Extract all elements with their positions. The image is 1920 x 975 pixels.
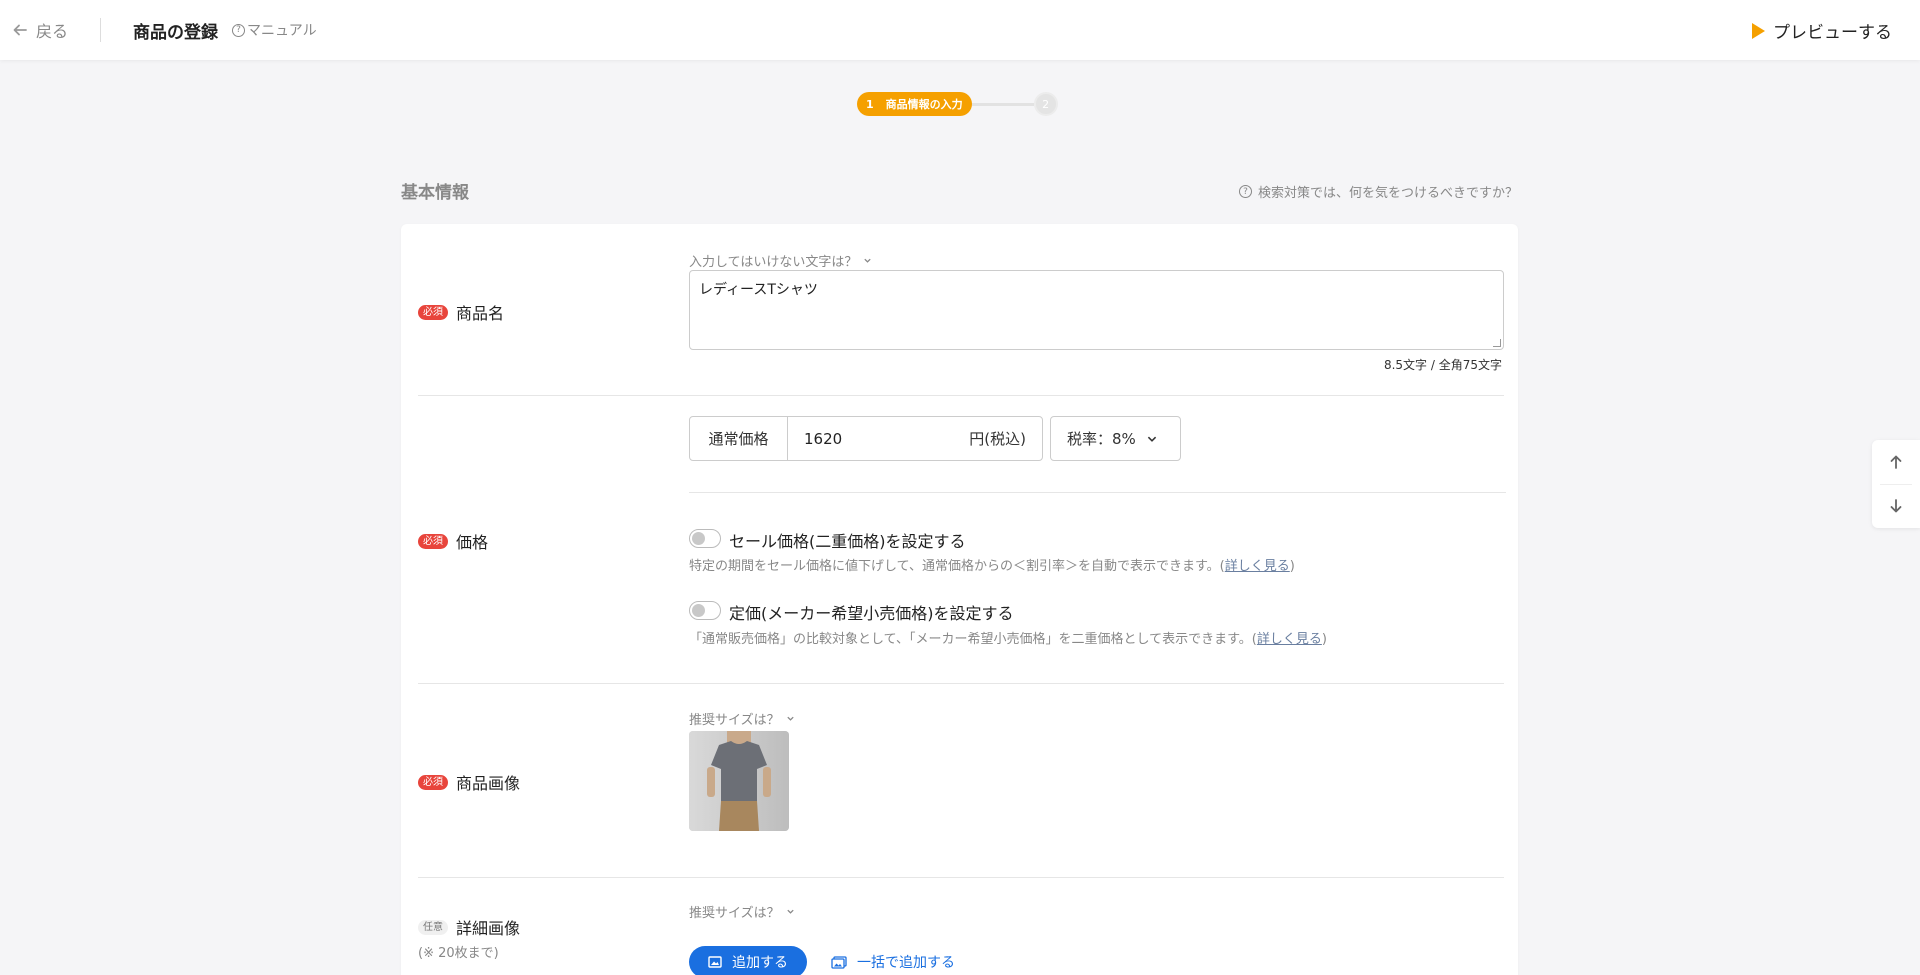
list-desc-text: 「通常販売価格」の比較対象として、「メーカー希望小売価格」を二重価格として表示で… — [689, 632, 1257, 647]
progress-stepper: 1 商品情報の入力 2 — [857, 92, 1058, 116]
seo-help-link[interactable]: ? 検索対策では、何を気をつけるべきですか？ — [1238, 182, 1518, 201]
product-image-label-group: 必須 商品画像 — [418, 770, 520, 794]
product-name-value: レディースTシャツ — [699, 282, 818, 298]
list-price-description: 「通常販売価格」の比較対象として、「メーカー希望小売価格」を二重価格として表示で… — [689, 628, 1327, 647]
step-2-dot: 2 — [1033, 92, 1058, 116]
scroll-up-button[interactable] — [1872, 440, 1920, 484]
product-name-label-group: 必須 商品名 — [418, 300, 504, 324]
help-circle-icon: ? — [1238, 185, 1252, 198]
regular-price-value: 1620 — [804, 429, 843, 448]
seo-help-label: 検索対策では、何を気をつけるべきですか？ — [1257, 186, 1518, 201]
forbidden-chars-help[interactable]: 入力してはいけない文字は？ — [689, 251, 872, 270]
regular-price-field: 通常価格 1620 円(税込) — [689, 416, 1043, 461]
arrow-up-icon — [1890, 455, 1902, 469]
play-icon — [1752, 22, 1765, 39]
basic-info-card: 必須 商品名 入力してはいけない文字は？ レディースTシャツ 8.5文字 / 全… — [401, 224, 1518, 975]
regular-price-input[interactable]: 1620 円(税込) — [788, 417, 1042, 460]
image-icon — [708, 956, 722, 968]
product-image-thumbnail[interactable] — [689, 731, 789, 831]
chevron-down-icon — [786, 716, 794, 721]
tax-rate-value: 税率：8% — [1067, 430, 1136, 448]
price-unit: 円(税込) — [969, 430, 1026, 448]
tax-rate-select[interactable]: 税率：8% — [1050, 416, 1181, 461]
arrow-down-icon — [1890, 499, 1902, 513]
detail-image-size-help[interactable]: 推奨サイズは？ — [689, 902, 795, 921]
step-1-label: 商品情報の入力 — [885, 98, 963, 111]
price-label-group: 必須 価格 — [418, 529, 488, 553]
sale-price-toggle[interactable] — [689, 529, 721, 548]
add-image-label: 追加する — [732, 955, 788, 971]
toggle-knob — [692, 604, 705, 617]
row-divider — [418, 395, 1504, 396]
resize-handle-icon[interactable] — [1493, 339, 1501, 347]
detail-image-limit-note: (※ 20枚まで) — [418, 946, 499, 961]
scroll-controls — [1872, 440, 1920, 528]
manual-link[interactable]: ? マニュアル — [232, 20, 317, 40]
required-badge: 必須 — [418, 774, 448, 790]
scroll-down-button[interactable] — [1872, 484, 1920, 528]
required-badge: 必須 — [418, 533, 448, 549]
sale-close-paren: ) — [1289, 559, 1295, 574]
page-title: 商品の登録 — [133, 22, 219, 43]
price-label: 価格 — [456, 533, 489, 552]
bulk-add-link[interactable]: 一括で追加する — [831, 952, 955, 972]
required-badge: 必須 — [418, 304, 448, 320]
tshirt-photo-image — [689, 731, 789, 831]
row-divider — [418, 877, 1504, 878]
list-price-toggle[interactable] — [689, 601, 721, 620]
optional-badge: 任意 — [418, 919, 448, 935]
row-divider — [418, 683, 1504, 684]
arrow-left-icon — [13, 24, 27, 36]
chevron-down-icon — [786, 909, 794, 914]
preview-button[interactable]: プレビューする — [1752, 18, 1892, 43]
detail-image-label-group: 任意 詳細画像 — [418, 915, 520, 939]
step-1-active: 1 商品情報の入力 — [857, 92, 972, 116]
product-image-size-help[interactable]: 推奨サイズは？ — [689, 709, 795, 728]
bulk-add-label: 一括で追加する — [857, 955, 955, 971]
top-header: 戻る 商品の登録 ? マニュアル プレビューする — [0, 0, 1920, 60]
add-image-button[interactable]: 追加する — [689, 946, 807, 975]
sale-desc-text: 特定の期間をセール価格に値下げして、通常価格からの＜割引率＞を自動で表示できます… — [689, 559, 1225, 574]
price-inner-divider — [689, 492, 1506, 493]
char-counter: 8.5文字 / 全角75文字 — [1383, 358, 1502, 372]
help-circle-icon: ? — [232, 23, 246, 37]
manual-label: マニュアル — [247, 23, 317, 39]
step-connector — [971, 102, 1034, 106]
sale-details-link[interactable]: 詳しく見る — [1225, 559, 1290, 574]
sale-price-description: 特定の期間をセール価格に値下げして、通常価格からの＜割引率＞を自動で表示できます… — [689, 555, 1295, 574]
list-close-paren: ) — [1321, 632, 1327, 647]
chevron-down-icon — [864, 258, 872, 263]
toggle-knob — [692, 532, 705, 545]
product-image-label: 商品画像 — [456, 774, 521, 793]
images-icon — [831, 955, 847, 969]
product-name-input[interactable]: レディースTシャツ — [689, 270, 1504, 350]
detail-image-label: 詳細画像 — [456, 919, 521, 938]
chevron-down-icon — [1147, 436, 1156, 442]
preview-label: プレビューする — [1773, 23, 1892, 43]
forbidden-chars-help-label: 入力してはいけない文字は？ — [689, 255, 858, 270]
back-button[interactable]: 戻る — [12, 18, 102, 42]
list-details-link[interactable]: 詳しく見る — [1257, 632, 1322, 647]
sale-price-toggle-label: セール価格(二重価格)を設定する — [729, 532, 966, 551]
list-price-toggle-label: 定価(メーカー希望小売価格)を設定する — [729, 604, 1014, 623]
section-title: 基本情報 — [401, 183, 469, 203]
regular-price-prefix: 通常価格 — [690, 417, 788, 460]
product-image-size-help-label: 推奨サイズは？ — [689, 713, 780, 728]
back-label: 戻る — [36, 22, 69, 41]
step-1-number: 1 — [866, 97, 874, 111]
detail-image-size-help-label: 推奨サイズは？ — [689, 906, 780, 921]
product-name-label: 商品名 — [456, 304, 505, 323]
